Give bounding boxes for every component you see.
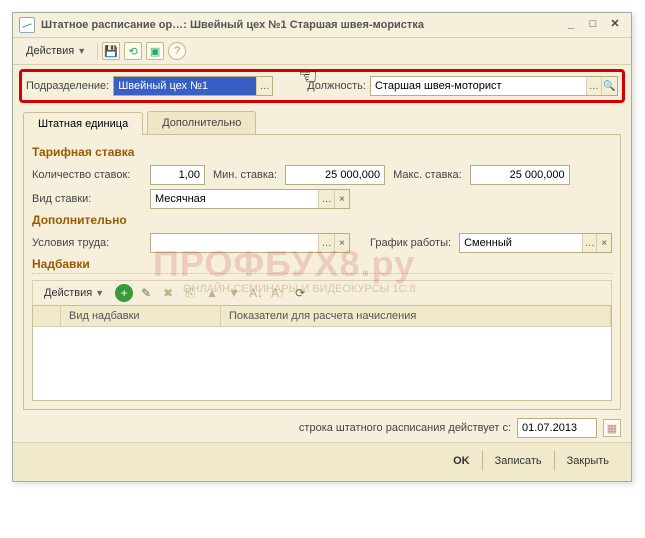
max-label: Макс. ставка: xyxy=(393,169,462,181)
extra-title: Дополнительно xyxy=(32,213,612,227)
valid-from-label: строка штатного расписания действует с: xyxy=(299,422,511,434)
allowances-actions-menu[interactable]: Действия ▼ xyxy=(37,284,111,302)
allowances-grid[interactable]: Вид надбавки Показатели для расчета начи… xyxy=(32,305,612,401)
conditions-select-button[interactable]: … xyxy=(318,234,333,252)
kind-select-button[interactable]: … xyxy=(318,190,333,208)
maximize-button[interactable]: □ xyxy=(583,17,603,33)
col-kind: Вид надбавки xyxy=(61,306,221,326)
kind-clear-button[interactable]: × xyxy=(334,190,349,208)
actions-menu[interactable]: Действия ▼ xyxy=(19,42,93,60)
chevron-down-icon: ▼ xyxy=(77,46,86,56)
ok-button[interactable]: OK xyxy=(441,451,482,471)
refresh-icon[interactable]: ⟲ xyxy=(124,42,142,60)
kind-label: Вид ставки: xyxy=(32,193,142,205)
conditions-label: Условия труда: xyxy=(32,237,142,249)
conditions-field[interactable]: … × xyxy=(150,233,350,253)
tariff-title: Тарифная ставка xyxy=(32,145,612,159)
count-label: Количество ставок: xyxy=(32,169,142,181)
move-down-icon[interactable]: ▼ xyxy=(225,284,243,302)
close-window-button[interactable]: ✕ xyxy=(605,17,625,33)
position-select-button[interactable]: … xyxy=(586,77,602,95)
app-icon xyxy=(19,17,35,33)
col-indicators: Показатели для расчета начисления xyxy=(221,306,611,326)
kind-input[interactable] xyxy=(151,190,318,208)
min-label: Мин. ставка: xyxy=(213,169,277,181)
chevron-down-icon: ▼ xyxy=(95,288,104,298)
sort-asc-icon[interactable]: A↓ xyxy=(247,284,265,302)
schedule-input[interactable] xyxy=(460,234,582,252)
close-button[interactable]: Закрыть xyxy=(554,451,621,471)
minimize-button[interactable]: _ xyxy=(561,17,581,33)
position-input[interactable] xyxy=(371,77,586,95)
reload-icon[interactable]: ⟳ xyxy=(291,284,309,302)
schedule-label: График работы: xyxy=(370,237,451,249)
position-search-button[interactable]: 🔍 xyxy=(601,77,617,95)
tab-main[interactable]: Штатная единица xyxy=(23,112,143,135)
conditions-input[interactable] xyxy=(151,234,318,252)
count-input[interactable] xyxy=(151,166,204,184)
delete-row-icon[interactable]: ✖ xyxy=(159,284,177,302)
valid-from-input[interactable] xyxy=(518,419,596,437)
save-button[interactable]: Записать xyxy=(482,451,554,471)
main-toolbar: Действия ▼ 💾 ⟲ ▣ ? xyxy=(13,38,631,65)
kind-field[interactable]: … × xyxy=(150,189,350,209)
position-field[interactable]: … 🔍 xyxy=(370,76,618,96)
grid-header: Вид надбавки Показатели для расчета начи… xyxy=(33,306,611,327)
goto-icon[interactable]: ▣ xyxy=(146,42,164,60)
actions-label: Действия xyxy=(26,45,74,57)
department-select-button[interactable]: … xyxy=(256,77,272,95)
add-row-icon[interactable]: + xyxy=(115,284,133,302)
col-blank xyxy=(33,306,61,326)
tabs: Штатная единица Дополнительно xyxy=(23,111,621,135)
titlebar: Штатное расписание ор…: Швейный цех №1 С… xyxy=(13,13,631,38)
valid-from-field[interactable] xyxy=(517,418,597,438)
max-field[interactable] xyxy=(470,165,570,185)
min-input[interactable] xyxy=(286,166,384,184)
department-field[interactable]: Швейный цех №1 … xyxy=(113,76,273,96)
schedule-field[interactable]: … × xyxy=(459,233,612,253)
conditions-clear-button[interactable]: × xyxy=(334,234,349,252)
tab-extra[interactable]: Дополнительно xyxy=(147,111,256,134)
position-label: Должность: xyxy=(307,80,366,92)
allowances-toolbar: Действия ▼ + ✎ ✖ ⎘ ▲ ▼ A↓ A↑ ⟳ xyxy=(32,280,612,305)
min-field[interactable] xyxy=(285,165,385,185)
app-window: Штатное расписание ор…: Швейный цех №1 С… xyxy=(12,12,632,482)
calendar-icon[interactable]: ▦ xyxy=(603,419,621,437)
schedule-select-button[interactable]: … xyxy=(582,234,597,252)
max-input[interactable] xyxy=(471,166,569,184)
department-value: Швейный цех №1 xyxy=(114,77,256,95)
schedule-clear-button[interactable]: × xyxy=(596,234,611,252)
move-up-icon[interactable]: ▲ xyxy=(203,284,221,302)
count-field[interactable] xyxy=(150,165,205,185)
help-icon[interactable]: ? xyxy=(168,42,186,60)
window-title: Штатное расписание ор…: Швейный цех №1 С… xyxy=(41,19,559,31)
allowances-title: Надбавки xyxy=(32,257,612,274)
copy-row-icon[interactable]: ⎘ xyxy=(181,284,199,302)
edit-row-icon[interactable]: ✎ xyxy=(137,284,155,302)
tab-body: Тарифная ставка Количество ставок: Мин. … xyxy=(23,135,621,410)
filter-row: Подразделение: Швейный цех №1 … ☜ Должно… xyxy=(19,69,625,103)
department-label: Подразделение: xyxy=(26,80,109,92)
button-row: OK Записать Закрыть xyxy=(13,442,631,481)
save-icon[interactable]: 💾 xyxy=(102,42,120,60)
sort-desc-icon[interactable]: A↑ xyxy=(269,284,287,302)
valid-from-row: строка штатного расписания действует с: … xyxy=(23,418,621,438)
